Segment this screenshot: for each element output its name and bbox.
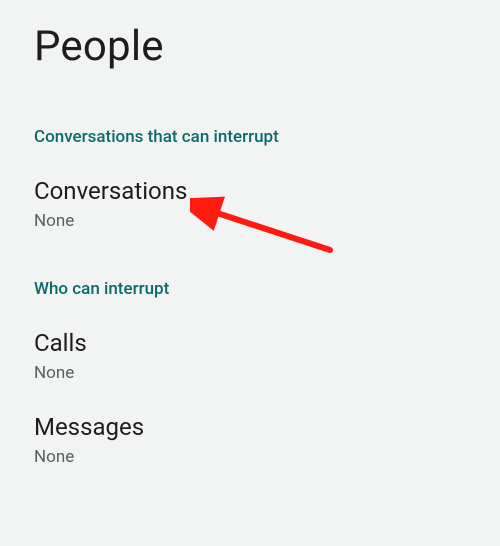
settings-item-title: Calls <box>34 329 466 357</box>
settings-item-value: None <box>34 447 466 467</box>
section-header-conversations-interrupt: Conversations that can interrupt <box>0 127 500 147</box>
settings-item-value: None <box>34 211 466 231</box>
settings-item-conversations[interactable]: Conversations None <box>0 177 500 231</box>
page-title: People <box>0 0 500 71</box>
settings-item-title: Messages <box>34 413 466 441</box>
section-header-who-can-interrupt: Who can interrupt <box>0 279 500 299</box>
settings-item-value: None <box>34 363 466 383</box>
settings-item-calls[interactable]: Calls None <box>0 329 500 383</box>
settings-item-messages[interactable]: Messages None <box>0 413 500 467</box>
settings-item-title: Conversations <box>34 177 466 205</box>
